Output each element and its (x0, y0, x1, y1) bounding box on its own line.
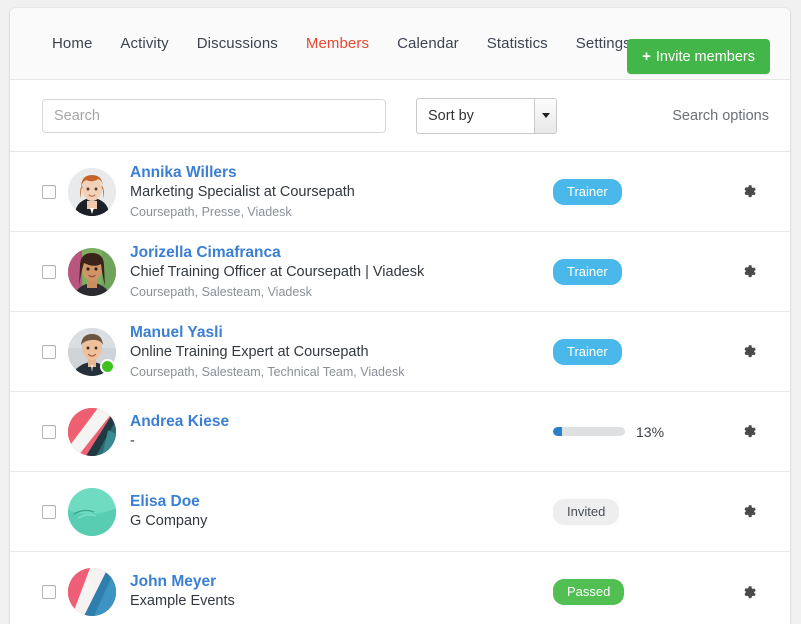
member-status: Invited (553, 498, 728, 525)
member-title: Online Training Expert at Coursepath (130, 343, 369, 360)
nav-item-label: Members (305, 35, 370, 52)
progress-track (553, 427, 625, 436)
sort-by-label: Sort by (428, 107, 474, 124)
status-badge: Trainer (553, 258, 622, 285)
member-title: Chief Training Officer at Coursepath | V… (130, 263, 425, 280)
member-info: Elisa Doe G Company (130, 492, 553, 532)
member-title: - (130, 432, 135, 449)
member-status: Trainer (553, 178, 728, 205)
avatar[interactable] (68, 327, 116, 376)
nav-item-discussions[interactable]: Discussions (183, 29, 292, 58)
page-root: Home Activity Discussions Members Calendar St… (0, 0, 801, 624)
member-name-link[interactable]: John Meyer (130, 572, 216, 591)
main-navigation: Home Activity Discussions Members Calendar St… (42, 29, 657, 58)
nav-item-label: Statistics (486, 35, 548, 52)
member-status: 13% (553, 424, 728, 440)
nav-item-calendar[interactable]: Calendar (383, 29, 473, 58)
member-select-checkbox[interactable] (42, 264, 56, 279)
member-info: John Meyer Example Events (130, 572, 553, 612)
nav-item-label: Discussions (196, 35, 278, 52)
gear-icon[interactable] (728, 584, 768, 601)
invite-members-button[interactable]: + Invite members (627, 39, 770, 74)
status-badge: Trainer (553, 178, 622, 205)
member-info: Annika Willers Marketing Specialist at Co… (130, 163, 553, 221)
member-groups: Coursepath, Salesteam, Technical Team, V… (130, 364, 405, 379)
member-row: Annika Willers Marketing Specialist at Co… (10, 152, 790, 232)
member-list: Annika Willers Marketing Specialist at Co… (10, 152, 790, 624)
member-select-checkbox[interactable] (42, 184, 56, 199)
chevron-down-icon (534, 98, 556, 133)
nav-item-members[interactable]: Members (292, 29, 383, 58)
avatar[interactable] (68, 487, 116, 536)
nav-item-label: Home (52, 35, 93, 52)
progress-fill (553, 427, 563, 436)
online-status-dot (100, 358, 115, 374)
search-input[interactable] (42, 98, 386, 133)
sort-by-select[interactable]: Sort by (416, 97, 557, 134)
member-select-checkbox[interactable] (42, 585, 56, 599)
member-name-link[interactable]: Elisa Doe (130, 492, 200, 511)
gear-icon[interactable] (728, 183, 768, 200)
member-name-link[interactable]: Jorizella Cimafranca (130, 243, 281, 262)
gear-icon[interactable] (728, 423, 768, 440)
avatar[interactable] (68, 167, 116, 216)
member-name-link[interactable]: Manuel Yasli (130, 323, 223, 342)
member-title: Example Events (130, 593, 235, 610)
member-row: Elisa Doe G Company Invited (10, 472, 790, 552)
member-groups: Coursepath, Presse, Viadesk (130, 204, 292, 219)
avatar[interactable] (68, 568, 116, 616)
plus-icon: + (642, 48, 651, 65)
gear-icon[interactable] (728, 263, 768, 280)
gear-icon[interactable] (728, 503, 768, 520)
member-row: Jorizella Cimafranca Chief Training Offic… (10, 232, 790, 312)
nav-item-label: Calendar (397, 35, 459, 52)
member-name-link[interactable]: Andrea Kiese (130, 412, 229, 431)
search-options-link[interactable]: Search options (672, 108, 769, 124)
progress-indicator: 13% (553, 424, 664, 440)
nav-item-home[interactable]: Home (42, 29, 106, 58)
member-status: Passed (553, 579, 728, 605)
avatar-image (68, 167, 116, 216)
search-toolbar: Sort by Search options (10, 80, 790, 152)
avatar-image (68, 487, 116, 536)
member-select-checkbox[interactable] (42, 424, 56, 439)
member-info: Andrea Kiese - (130, 412, 553, 452)
member-row: Andrea Kiese - 13% (10, 392, 790, 472)
member-title: G Company (130, 512, 208, 529)
status-badge: Invited (553, 498, 620, 525)
member-info: Manuel Yasli Online Training Expert at Co… (130, 323, 553, 381)
card-header: Home Activity Discussions Members Calendar St… (10, 8, 790, 80)
progress-percent-label: 13% (636, 423, 665, 440)
avatar-image (68, 407, 116, 456)
nav-item-statistics[interactable]: Statistics (473, 29, 562, 58)
nav-item-label: Activity (120, 35, 169, 52)
members-card: Home Activity Discussions Members Calendar St… (10, 8, 790, 624)
status-badge: Passed (553, 579, 625, 605)
avatar[interactable] (68, 407, 116, 456)
nav-item-label: Settings (575, 35, 631, 52)
member-groups: Coursepath, Salesteam, Viadesk (130, 284, 312, 299)
invite-members-label: Invite members (655, 48, 755, 65)
member-info: Jorizella Cimafranca Chief Training Offic… (130, 243, 553, 301)
member-title: Marketing Specialist at Coursepath (130, 183, 355, 200)
gear-icon[interactable] (728, 343, 768, 360)
member-select-checkbox[interactable] (42, 504, 56, 519)
status-badge: Trainer (553, 338, 622, 365)
member-status: Trainer (553, 258, 728, 285)
avatar-image (68, 568, 116, 616)
member-name-link[interactable]: Annika Willers (130, 163, 237, 182)
member-row: John Meyer Example Events Passed (10, 552, 790, 624)
nav-item-activity[interactable]: Activity (106, 29, 182, 58)
member-status: Trainer (553, 338, 728, 365)
member-row: Manuel Yasli Online Training Expert at Co… (10, 312, 790, 392)
member-select-checkbox[interactable] (42, 344, 56, 359)
avatar[interactable] (68, 247, 116, 296)
avatar-image (68, 247, 116, 296)
